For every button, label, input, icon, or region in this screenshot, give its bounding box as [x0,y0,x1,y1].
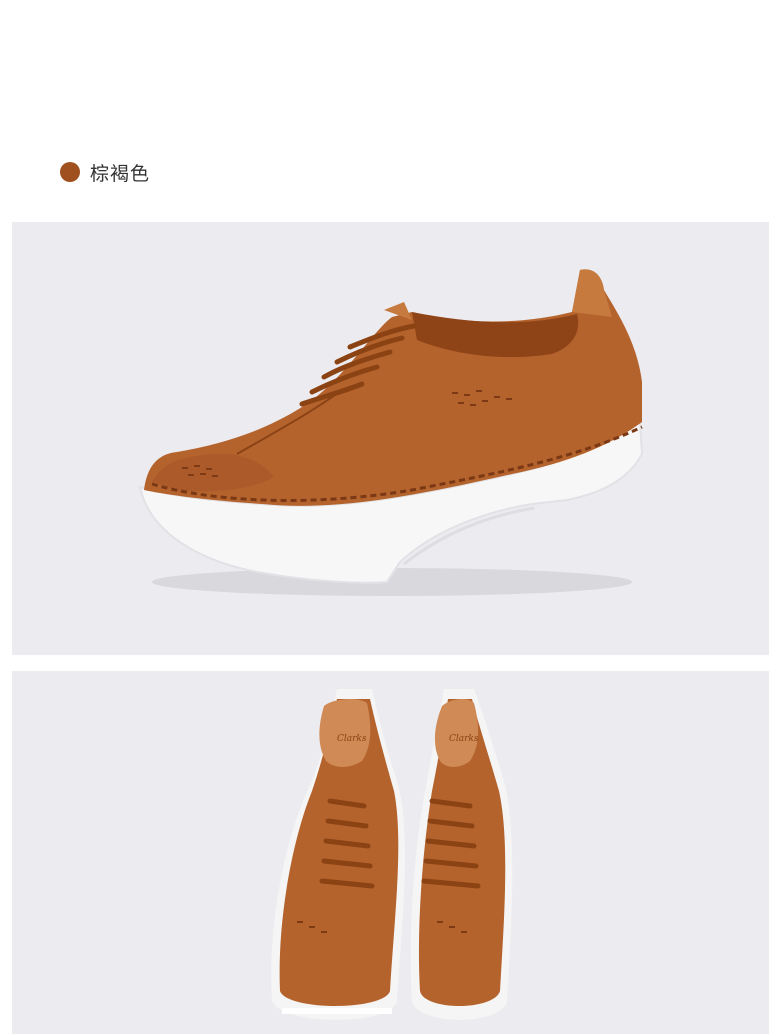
insole-logo-left: Clarks [337,734,367,744]
color-option[interactable]: 棕褐色 [60,158,150,186]
color-name: 棕褐色 [90,162,151,185]
color-swatch [60,162,80,182]
product-image-side [12,222,769,655]
product-image-top: Clarks Clarks [12,671,769,1034]
insole-logo-right: Clarks [449,734,479,744]
